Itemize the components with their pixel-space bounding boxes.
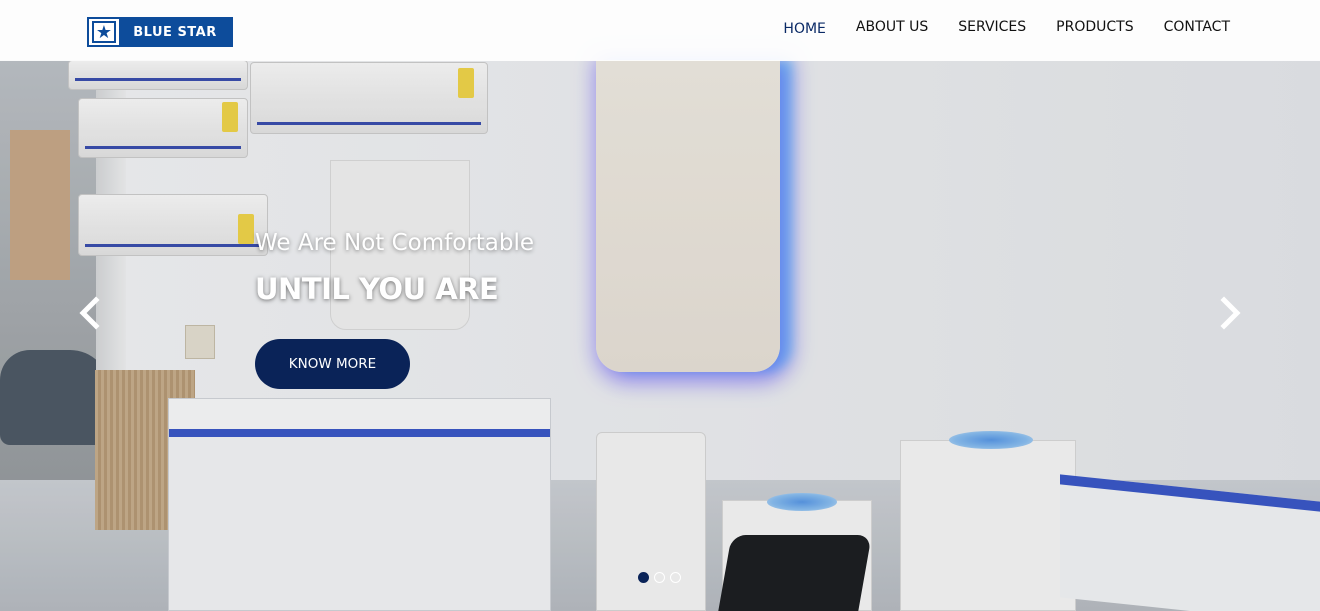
hero-tagline: We Are Not Comfortable <box>255 230 535 256</box>
carousel-dot[interactable] <box>638 572 649 583</box>
main-nav: HOME ABOUT US SERVICES PRODUCTS CONTACT <box>783 18 1230 38</box>
nav-item-home[interactable]: HOME <box>783 20 825 38</box>
know-more-button[interactable]: KNOW MORE <box>255 339 410 389</box>
hero-carousel <box>0 0 1320 611</box>
site-header: ★ BLUE STAR HOME ABOUT US SERVICES PRODU… <box>0 0 1320 61</box>
carousel-next-button[interactable] <box>1219 296 1243 330</box>
chevron-left-icon <box>79 296 100 330</box>
chevron-right-icon <box>1220 296 1241 330</box>
carousel-prev-button[interactable] <box>77 296 101 330</box>
carousel-dot[interactable] <box>654 572 665 583</box>
brand-logo-text: BLUE STAR <box>133 24 217 40</box>
star-icon: ★ <box>89 19 119 45</box>
nav-item-services[interactable]: SERVICES <box>958 18 1026 38</box>
hero-overlay <box>0 0 1320 611</box>
carousel-dot[interactable] <box>670 572 681 583</box>
nav-item-contact[interactable]: CONTACT <box>1164 18 1230 38</box>
brand-logo[interactable]: ★ BLUE STAR <box>87 17 233 47</box>
hero-caption: We Are Not Comfortable UNTIL YOU ARE <box>255 230 534 306</box>
nav-item-about-us[interactable]: ABOUT US <box>856 18 928 38</box>
hero-headline: UNTIL YOU ARE <box>255 272 499 306</box>
carousel-indicators <box>638 572 681 583</box>
nav-item-products[interactable]: PRODUCTS <box>1056 18 1133 38</box>
